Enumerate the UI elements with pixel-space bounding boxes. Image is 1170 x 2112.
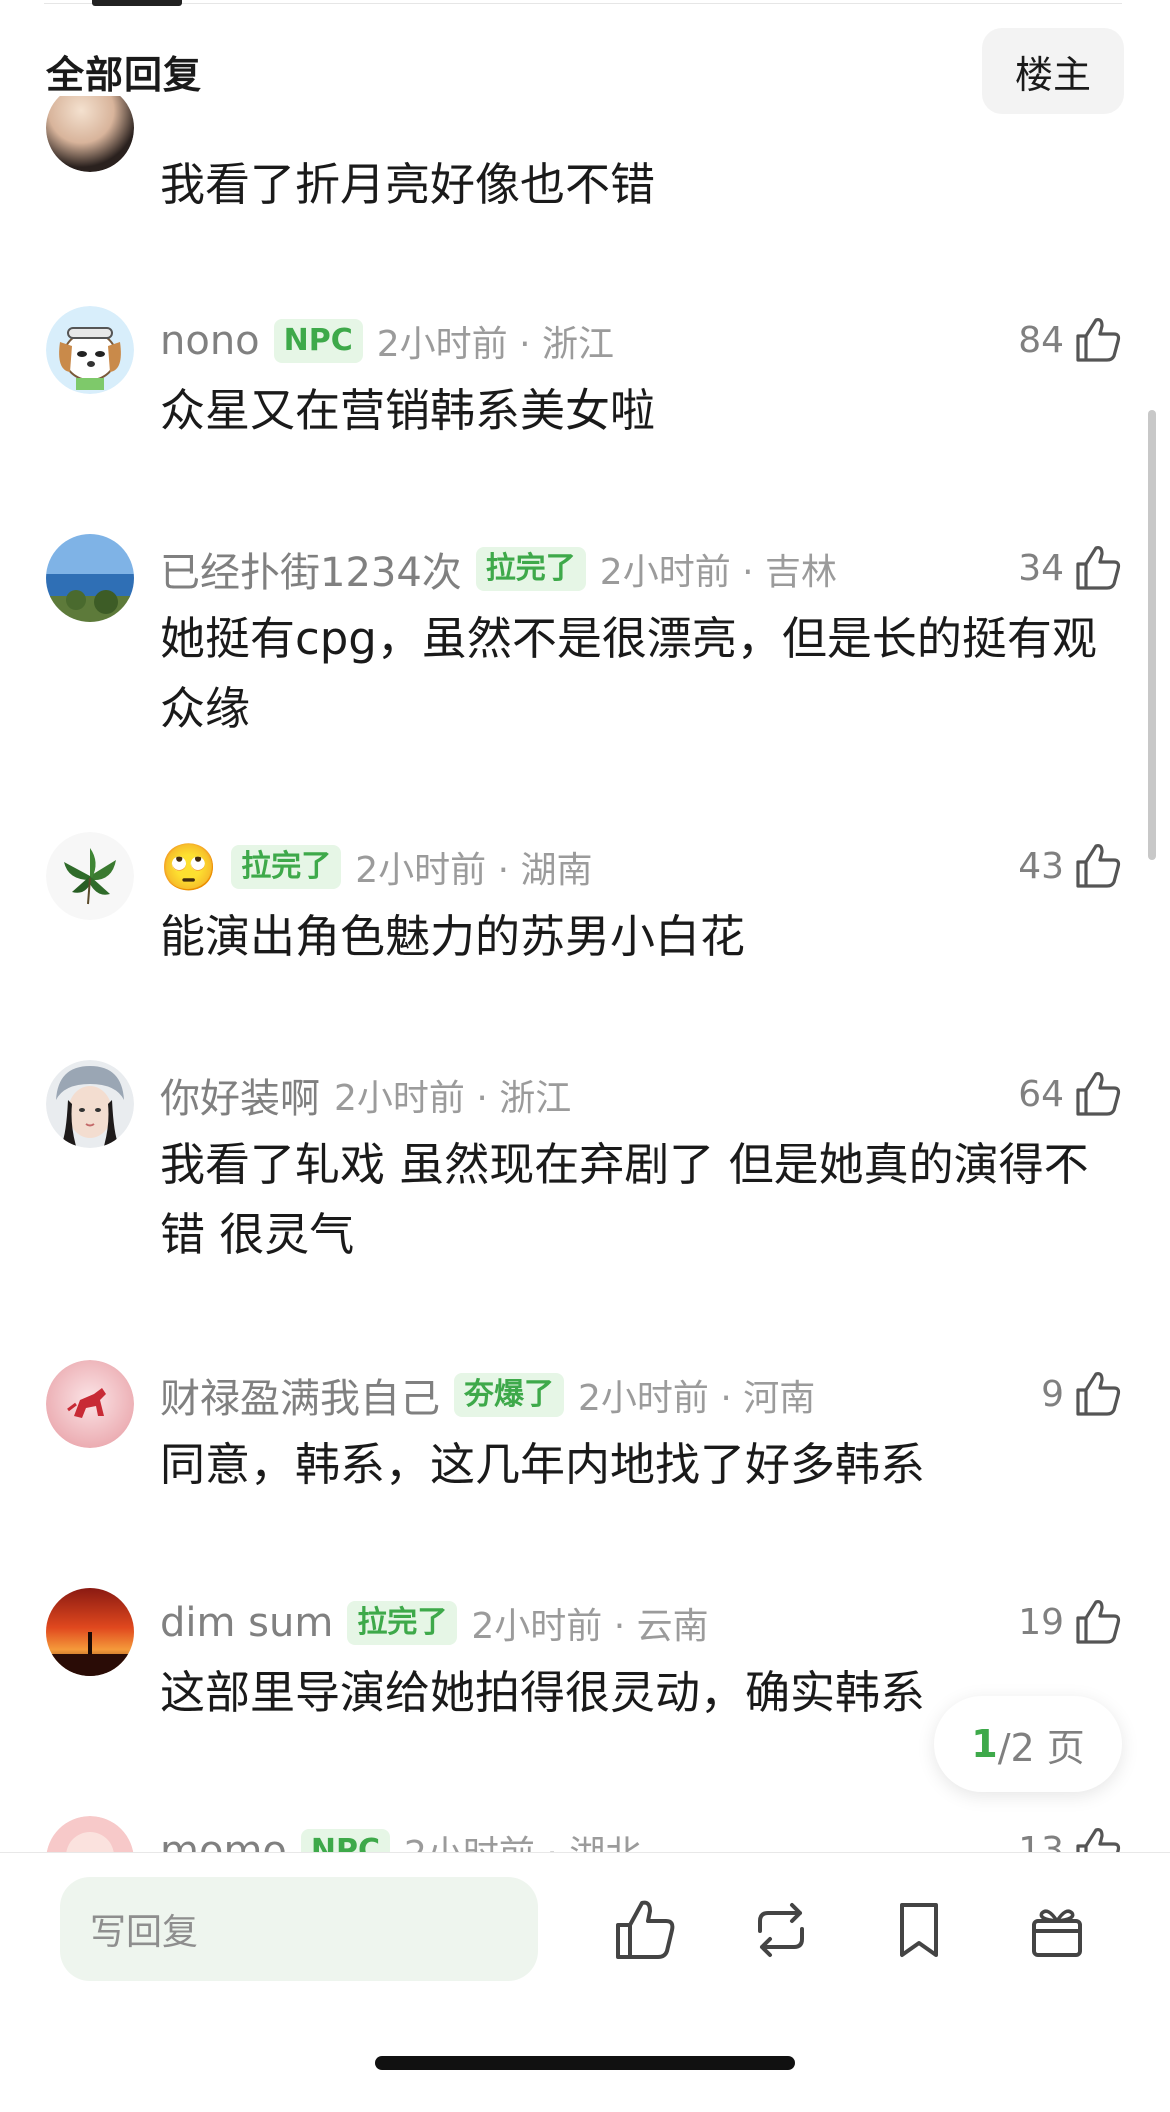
comment-text: 我看了轧戏 虽然现在弃剧了 但是她真的演得不错 很灵气 [160,1138,1089,1261]
like-button[interactable]: 84 [1018,310,1124,370]
user-badge: 夯爆了 [454,1373,564,1417]
username[interactable]: nono [160,318,260,364]
like-count: 84 [1018,319,1064,361]
username[interactable]: 你好装啊 [160,1066,320,1124]
timestamp-location: 2小时前 · 浙江 [376,324,615,365]
username[interactable]: dim sum [160,1600,333,1646]
avatar[interactable] [46,96,134,172]
cartoon-dog-icon[interactable] [46,306,134,394]
bottom-action-bar: 写回复 [0,1852,1170,2112]
thumbs-up-icon [1076,1600,1121,1644]
active-tab-indicator [92,0,182,6]
scrollbar[interactable] [1148,410,1156,860]
like-button[interactable]: 9 [1041,1364,1124,1424]
like-button[interactable]: 34 [1018,538,1124,598]
op-only-button[interactable]: 楼主 [982,28,1124,114]
thumbs-up-icon [1076,844,1121,888]
leaf-avatar[interactable] [46,832,134,920]
like-count: 43 [1018,845,1064,887]
gift-icon[interactable] [1022,1895,1092,1965]
username[interactable]: 财禄盈满我自己 [160,1366,440,1424]
girl-avatar[interactable] [46,1060,134,1148]
like-count: 19 [1018,1601,1064,1643]
username[interactable]: 🙄 [160,842,217,892]
reply-input[interactable]: 写回复 [60,1877,538,1981]
total-pages: /2 页 [997,1725,1085,1770]
username[interactable]: 已经扑街1234次 [160,540,462,598]
home-indicator[interactable] [375,2056,795,2070]
bookmark-icon[interactable] [884,1895,954,1965]
comment-text: 同意，韩系，这几年内地找了好多韩系 [160,1438,926,1491]
all-replies-title: 全部回复 [46,53,203,97]
comment-text: 她挺有cpg，虽然不是很漂亮，但是长的挺有观众缘 [160,612,1097,735]
timestamp-location: 2小时前 · 吉林 [599,552,838,593]
thumbs-up-icon [1076,318,1121,362]
sunset-avatar[interactable] [46,1588,134,1676]
like-count: 34 [1018,547,1064,589]
repost-icon[interactable] [746,1895,816,1965]
like-count: 9 [1041,1373,1064,1415]
like-button[interactable]: 64 [1018,1064,1124,1124]
like-button[interactable]: 43 [1018,836,1124,896]
like-count: 64 [1018,1073,1064,1115]
comment-text: 众星又在营销韩系美女啦 [160,384,656,437]
comment-text: 能演出角色魅力的苏男小白花 [160,910,746,963]
timestamp-location: 2小时前 · 湖南 [355,850,593,891]
red-horse-avatar[interactable] [46,1360,134,1448]
thumbs-up-icon [1076,1072,1121,1116]
timestamp-location: 2小时前 · 浙江 [334,1078,572,1119]
thumbs-up-icon[interactable] [610,1895,680,1965]
comment-text: 我看了折月亮好像也不错 [160,158,656,211]
page-indicator[interactable]: 1 /2 页 [934,1696,1122,1792]
like-button[interactable]: 19 [1018,1592,1124,1652]
user-badge: 拉完了 [231,845,342,889]
current-page: 1 [971,1722,998,1766]
thumbs-up-icon [1076,546,1121,590]
user-badge: 拉完了 [347,1601,458,1645]
timestamp-location: 2小时前 · 云南 [471,1606,709,1647]
user-badge: NPC [273,319,363,363]
thumbs-up-icon [1076,1372,1121,1416]
sea-view-avatar[interactable] [46,534,134,622]
timestamp-location: 2小时前 · 河南 [578,1378,816,1419]
top-divider [44,0,1122,4]
user-badge: 拉完了 [475,547,586,591]
